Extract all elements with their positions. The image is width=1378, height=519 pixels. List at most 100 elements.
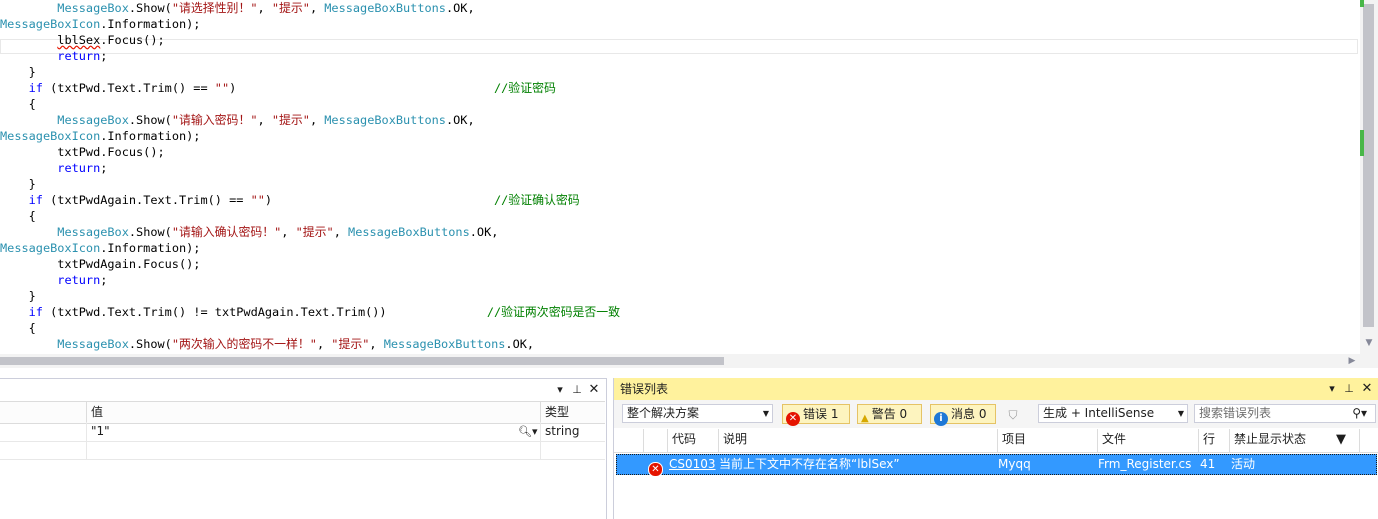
code-token: MessageBoxButtons — [348, 225, 470, 239]
errors-filter-label: 错误 1 — [803, 407, 839, 421]
code-token: "提示" — [295, 225, 334, 239]
code-token: { — [0, 209, 36, 223]
error-list-titlebar[interactable]: 错误列表 ▾ ⊥ ✕ — [614, 378, 1378, 400]
change-marker — [1360, 130, 1364, 156]
code-line[interactable]: txtPwdAgain.Focus(); — [0, 256, 200, 272]
code-token: MessageBox — [57, 225, 129, 239]
code-token: .Show( — [128, 225, 172, 239]
code-token: .Information); — [100, 241, 201, 255]
dropdown-arrow-icon[interactable]: ▾ — [1324, 380, 1340, 398]
code-token: "请输入密码！" — [171, 113, 258, 127]
search-input[interactable]: 搜索错误列表 ⚲▾ — [1194, 404, 1376, 423]
code-line[interactable]: if (txtPwdAgain.Text.Trim() == "") //验证确… — [0, 192, 580, 208]
code-line[interactable]: } — [0, 64, 36, 80]
code-line[interactable]: MessageBox.Show("请选择性别！", "提示", MessageB… — [0, 0, 474, 16]
column-code[interactable]: 代码 — [668, 429, 718, 450]
column-description[interactable]: 说明 — [719, 429, 997, 450]
code-line[interactable]: return; — [0, 48, 107, 64]
messages-filter-button[interactable]: i 消息 0 — [930, 404, 996, 426]
close-icon[interactable]: ✕ — [586, 381, 602, 399]
code-token: MessageBox — [57, 1, 129, 15]
magnifier-icon[interactable]: 🔍︎▾ — [514, 422, 540, 441]
code-token: .Show( — [128, 113, 172, 127]
code-line[interactable]: { — [0, 96, 36, 112]
column-suppression[interactable]: 禁止显示状态 — [1230, 429, 1330, 450]
code-token: ) — [264, 193, 494, 207]
watch-header: 值 类型 — [0, 401, 605, 424]
column-line[interactable]: 行 — [1199, 429, 1229, 450]
build-filter-dropdown[interactable]: 生成 + IntelliSense ▼ — [1038, 404, 1188, 423]
code-line[interactable]: return; — [0, 160, 107, 176]
code-line[interactable]: MessageBox.Show("请输入确认密码！", "提示", Messag… — [0, 224, 498, 240]
code-token: MessageBoxButtons — [383, 337, 506, 351]
error-code-link[interactable]: CS0103 — [669, 455, 716, 474]
code-line[interactable]: MessageBoxIcon.Information); — [0, 240, 200, 256]
table-row[interactable]: "1" 🔍︎▾ string — [0, 422, 605, 442]
code-token: "" — [214, 81, 230, 95]
code-token: //验证两次密码是否一致 — [486, 305, 621, 319]
code-editor[interactable]: MessageBox.Show("请选择性别！", "提示", MessageB… — [0, 0, 1378, 368]
horizontal-scroll-thumb[interactable] — [0, 357, 724, 365]
code-line[interactable]: txtPwd.Focus(); — [0, 144, 164, 160]
code-line[interactable]: { — [0, 208, 36, 224]
scroll-down-arrow-icon[interactable]: ▼ — [1360, 335, 1378, 351]
column-filter-icon[interactable]: ▼ — [1332, 429, 1352, 450]
column-project[interactable]: 项目 — [998, 429, 1098, 450]
code-token: //验证密码 — [493, 81, 556, 95]
code-line[interactable]: { — [0, 320, 36, 336]
info-icon: i — [934, 412, 948, 426]
error-line: 41 — [1200, 457, 1216, 471]
code-line[interactable]: MessageBoxIcon.Information); — [0, 16, 200, 32]
error-project: Myqq — [998, 457, 1031, 471]
code-token: "提示" — [271, 1, 310, 15]
code-token: .Information); — [100, 17, 201, 31]
code-line[interactable]: } — [0, 176, 36, 192]
vertical-scrollbar[interactable] — [1360, 0, 1378, 368]
horizontal-scrollbar[interactable] — [0, 354, 1360, 368]
code-line[interactable]: MessageBox.Show("请输入密码！", "提示", MessageB… — [0, 112, 474, 128]
chevron-down-icon: ▼ — [1177, 409, 1184, 418]
code-line[interactable]: if (txtPwd.Text.Trim() == "") //验证密码 — [0, 80, 556, 96]
code-token: .Show( — [128, 1, 172, 15]
code-line[interactable]: return; — [0, 272, 107, 288]
code-token: MessageBox — [57, 337, 129, 351]
column-value[interactable]: 值 — [87, 402, 540, 423]
scope-dropdown[interactable]: 整个解决方案 ▼ — [622, 404, 773, 423]
code-token: (txtPwd.Text.Trim() != txtPwdAgain.Text.… — [42, 305, 487, 319]
column-file[interactable]: 文件 — [1098, 429, 1198, 450]
code-token: return — [57, 161, 101, 175]
code-token: , — [257, 1, 272, 15]
close-icon[interactable]: ✕ — [1359, 380, 1375, 398]
code-token: } — [0, 177, 36, 191]
warnings-filter-button[interactable]: ▲ 警告 0 — [857, 404, 922, 424]
code-line[interactable]: MessageBoxIcon.Information); — [0, 128, 200, 144]
vertical-scroll-thumb[interactable] — [1363, 4, 1374, 327]
pin-icon[interactable]: ⊥ — [569, 381, 585, 399]
code-token: .OK, — [505, 337, 535, 351]
code-token: (txtPwdAgain.Text.Trim() == — [42, 193, 251, 207]
code-token: if — [28, 81, 43, 95]
code-line[interactable]: if (txtPwd.Text.Trim() != txtPwdAgain.Te… — [0, 304, 620, 320]
code-line[interactable]: lblSex.Focus(); — [0, 32, 164, 48]
table-row[interactable]: ✕ CS0103 当前上下文中不存在名称“lblSex” Myqq Frm_Re… — [616, 454, 1377, 477]
search-icon[interactable]: ⚲▾ — [1352, 405, 1367, 422]
code-token: MessageBoxIcon — [0, 129, 101, 143]
code-token: //验证确认密码 — [494, 193, 580, 207]
table-row[interactable] — [0, 442, 605, 460]
code-line[interactable]: } — [0, 288, 36, 304]
code-line[interactable]: MessageBox.Show("两次输入的密码不一样！", "提示", Mes… — [0, 336, 534, 352]
dropdown-arrow-icon[interactable]: ▾ — [552, 381, 568, 399]
column-type[interactable]: 类型 — [541, 402, 605, 423]
filter-toggle-icon[interactable]: ⛉ — [1005, 406, 1021, 424]
errors-filter-button[interactable]: ✕ 错误 1 — [782, 404, 850, 426]
pin-icon[interactable]: ⊥ — [1341, 380, 1357, 398]
code-token: , — [316, 337, 332, 351]
scroll-right-arrow-icon[interactable]: ▶ — [1344, 354, 1360, 368]
code-lines[interactable]: MessageBox.Show("请选择性别！", "提示", MessageB… — [0, 0, 1360, 354]
